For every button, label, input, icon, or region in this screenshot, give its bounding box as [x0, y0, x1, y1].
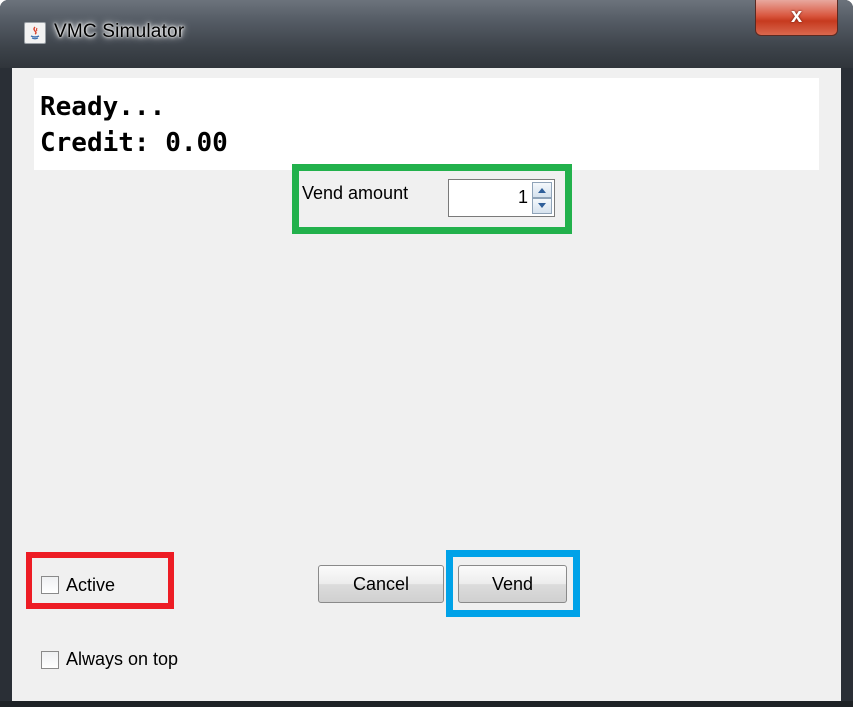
always-on-top-label: Always on top	[66, 649, 179, 669]
vend-button[interactable]: Vend	[458, 565, 567, 603]
always-on-top-checkbox[interactable]	[41, 651, 59, 669]
window-bottom-border	[0, 701, 853, 707]
close-icon: x	[790, 5, 803, 27]
stepper-up-button[interactable]	[532, 182, 552, 198]
active-checkbox[interactable]	[41, 576, 59, 594]
window-title: VMC Simulator	[54, 21, 185, 42]
vend-amount-label: Vend amount	[302, 183, 409, 203]
vend-amount-stepper[interactable]: 1	[448, 179, 555, 217]
arrow-up-icon	[538, 188, 546, 193]
status-display: Ready... Credit: 0.00	[34, 78, 819, 170]
arrow-down-icon	[538, 203, 546, 208]
title-bar[interactable]: VMC Simulator x	[0, 0, 853, 68]
java-app-icon	[24, 22, 46, 44]
vend-amount-value[interactable]: 1	[518, 187, 528, 208]
vmc-simulator-window: VMC Simulator x Ready... Credit: 0.00 Ve…	[0, 0, 853, 707]
client-area: Ready... Credit: 0.00 Vend amount 1 Acti…	[12, 68, 841, 701]
cancel-button[interactable]: Cancel	[318, 565, 444, 603]
status-text: Ready...	[40, 92, 166, 122]
stepper-down-button[interactable]	[532, 198, 552, 214]
active-label: Active	[66, 575, 116, 595]
credit-text: Credit: 0.00	[40, 128, 228, 158]
close-button[interactable]: x	[755, 0, 838, 36]
